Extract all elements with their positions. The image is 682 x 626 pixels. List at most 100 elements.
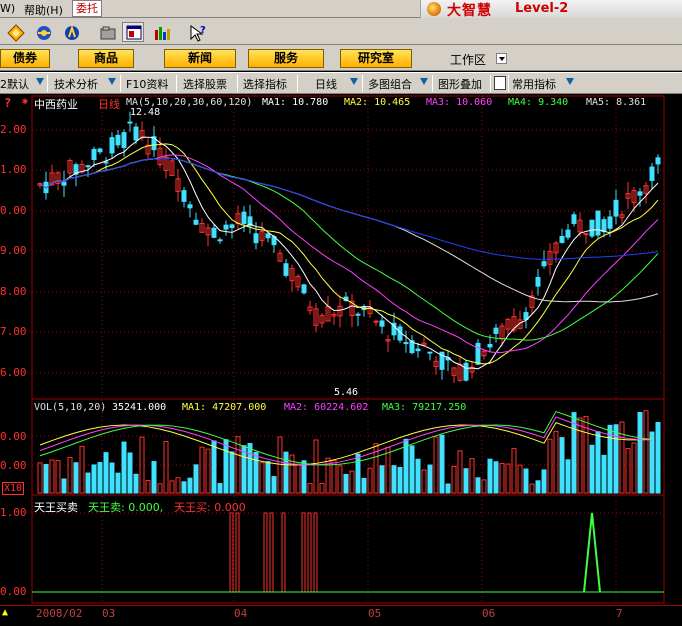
volume-bar [355,453,361,494]
func-multi-chart[interactable]: 多图组合 [368,76,412,92]
indicator-buy: 天王买: 0.000 [174,501,246,514]
nav-service-button[interactable]: 服务 [248,49,324,68]
x-axis-label: 06 [482,607,496,620]
ma1-value: MA1: 10.780 [262,97,329,108]
help-icon[interactable]: ? [4,96,11,110]
diamond-icon[interactable] [4,22,26,42]
candle-body [223,224,229,230]
volume-bar [127,452,133,494]
candle-body [133,126,139,141]
nav-commodities-button[interactable]: 商品 [78,49,134,68]
window-icon[interactable] [122,22,144,42]
candle-body [109,137,115,154]
chevron-down-icon[interactable] [36,78,44,85]
nav-news-button[interactable]: 新闻 [164,49,236,68]
candle-body [355,313,361,316]
folder-icon[interactable] [96,22,118,42]
func-f10[interactable]: F10资料 [126,76,168,92]
candle-body [373,320,379,323]
stock-name: 中西药业 [34,98,78,111]
volume-bar [97,461,103,494]
x-axis-label: 05 [368,607,382,620]
ma-line [39,157,659,303]
menu-entrust[interactable]: 委托 [72,0,102,17]
y-axis-label: 6.00 [0,366,27,379]
ma-line [39,157,659,341]
stock-chart[interactable] [0,95,682,605]
volume-value: 35241.000 [112,402,167,413]
volume-bar [391,465,397,494]
indicator-buy-bar [263,512,268,593]
chevron-down-icon[interactable] [420,78,428,85]
indicator-buy-bar [229,512,234,593]
volume-bar [37,462,43,494]
indicator-buy-bar [281,512,286,593]
volume-bar [427,464,433,494]
function-bar: 2默认 技术分析 F10资料 选择股票 选择指标 日线 多图组合 图形叠加 常用… [0,72,682,94]
nav-bonds-button[interactable]: 债券 [0,49,50,68]
zoom-icon[interactable] [32,22,54,42]
volume-bar [529,483,535,494]
volume-bar [613,424,619,494]
volume-bar [91,464,97,494]
ma2-value: MA2: 10.465 [344,97,411,108]
menu-window[interactable]: W) [0,2,15,15]
volume-bar [637,412,643,494]
volume-bar [475,477,481,494]
y-axis-label: 7.00 [0,325,27,338]
volume-bar [541,469,547,494]
func-technical[interactable]: 技术分析 [54,76,98,92]
nav-research-button[interactable]: 研究室 [340,49,412,68]
func-select-indicator[interactable]: 选择指标 [243,76,287,92]
volume-bar [601,454,607,494]
indicator-name: 天王买卖 [34,501,78,514]
candle-body [427,351,433,354]
volume-y-label: 0.00 [0,459,27,472]
func-overlay[interactable]: 图形叠加 [438,76,482,92]
menu-help[interactable]: 帮助(H) [24,2,63,18]
volume-bar [301,460,307,494]
candle-body [91,148,97,160]
volume-bar [253,451,259,494]
candle-body [487,344,493,348]
candle-body [97,148,103,153]
chevron-down-icon[interactable] [566,78,574,85]
help-cursor-icon[interactable]: ? [186,22,208,42]
func-daily[interactable]: 日线 [315,76,337,92]
volume-bar [631,442,637,494]
workarea-label[interactable]: 工作区 [450,51,486,68]
period-label[interactable]: 日线 [98,96,120,112]
candle-body [649,166,655,181]
candle-body [283,263,289,276]
volume-params: VOL(5,10,20) [34,402,107,413]
chevron-down-icon[interactable] [108,78,116,85]
indicator-buy-bar [301,512,306,593]
candle-body [571,214,577,224]
indicator-sell-spike [583,512,601,593]
volume-bar [523,468,529,494]
separator [362,75,363,92]
volume-bar [547,438,553,494]
volume-bar [265,461,271,494]
ma5-value: MA5: 8.361 [586,97,647,108]
chevron-down-icon[interactable] [350,78,358,85]
volume-bar [187,477,193,494]
candle-body [379,320,385,327]
func-default[interactable]: 2默认 [0,76,29,92]
bars-icon[interactable] [150,22,172,42]
volume-ma3: MA3: 79217.250 [382,402,467,413]
ma-line [39,157,659,260]
volume-bar [115,472,121,494]
settings-gear-icon[interactable]: ✱ [22,96,28,107]
candle-body [595,210,601,236]
f10-icon[interactable] [60,22,82,42]
func-common-indicators[interactable]: 常用指标 [512,76,556,92]
candle-body [475,342,481,365]
func-select-stock[interactable]: 选择股票 [183,76,227,92]
svg-text:?: ? [200,25,206,36]
volume-bar [535,480,541,494]
volume-bar [565,459,571,494]
lock-icon[interactable] [494,76,506,90]
workarea-dropdown-icon[interactable] [496,53,507,64]
scroll-left-icon[interactable]: ▲ [2,607,8,618]
